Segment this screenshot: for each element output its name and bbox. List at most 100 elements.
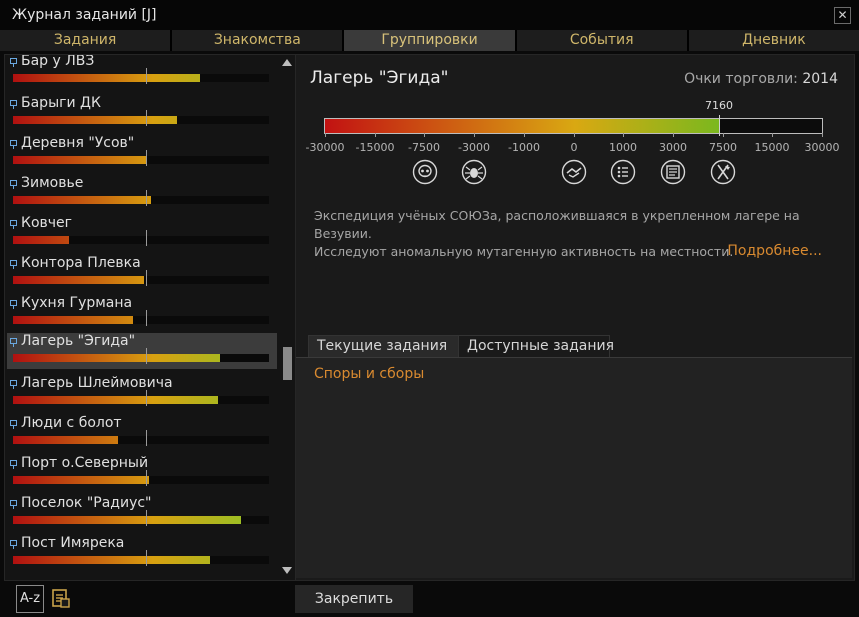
document-icon xyxy=(660,159,686,185)
scale-tick xyxy=(574,133,575,137)
faction-list-item[interactable]: Кухня Гурмана xyxy=(7,295,277,334)
scale-tick xyxy=(474,133,475,137)
faction-list-item[interactable]: Ковчег xyxy=(7,215,277,254)
sort-az-button[interactable]: A-z xyxy=(16,585,44,613)
task-list: Споры и сборы xyxy=(296,357,852,578)
faction-list-item[interactable]: Лагерь "Эгида" xyxy=(7,333,277,369)
tab-available-tasks[interactable]: Доступные задания xyxy=(458,335,614,358)
reputation-bar-fill xyxy=(325,119,719,133)
pin-icon xyxy=(10,100,17,109)
faction-reputation-bar xyxy=(13,430,269,446)
faction-name: Бар у ЛВЗ xyxy=(21,55,95,69)
scale-tick-label: -7500 xyxy=(408,141,440,154)
faction-list-item[interactable]: Пост Имярека xyxy=(7,535,277,574)
flag-icon xyxy=(710,159,736,185)
faction-neutral-mark xyxy=(146,550,147,566)
faction-list-item[interactable]: Порт о.Северный xyxy=(7,455,277,494)
faction-list-item[interactable]: Барыги ДК xyxy=(7,95,277,134)
document-list-button[interactable] xyxy=(49,586,73,610)
close-button[interactable]: ✕ xyxy=(834,7,851,24)
pin-icon xyxy=(10,260,17,269)
scale-tick xyxy=(524,133,525,137)
faction-reputation-fill xyxy=(13,316,133,324)
pin-icon xyxy=(10,460,17,469)
faction-neutral-mark xyxy=(146,190,147,206)
faction-neutral-mark xyxy=(146,348,147,364)
faction-neutral-mark xyxy=(146,68,147,84)
pin-icon xyxy=(10,420,17,429)
reputation-bar xyxy=(324,118,823,134)
faction-reputation-bar xyxy=(13,348,269,364)
faction-reputation-fill xyxy=(13,396,218,404)
faction-neutral-mark xyxy=(146,230,147,246)
faction-neutral-mark xyxy=(146,470,147,486)
scale-tick-label: -15000 xyxy=(355,141,395,154)
pin-icon xyxy=(10,140,17,149)
task-item[interactable]: Споры и сборы xyxy=(314,366,424,382)
pin-icon xyxy=(10,220,17,229)
scale-tick xyxy=(772,133,773,137)
faction-list-item[interactable]: Контора Плевка xyxy=(7,255,277,294)
faction-reputation-bar xyxy=(13,390,269,406)
faction-name: Контора Плевка xyxy=(21,255,141,271)
faction-neutral-mark xyxy=(146,390,147,406)
scale-tick xyxy=(623,133,624,137)
faction-list-item-partial[interactable] xyxy=(7,573,277,580)
faction-neutral-mark xyxy=(146,430,147,446)
document-icon xyxy=(52,589,70,608)
faction-list-item[interactable]: Зимовье xyxy=(7,175,277,214)
faction-reputation-bar xyxy=(13,510,269,526)
faction-reputation-fill xyxy=(13,516,241,524)
faction-list-item[interactable]: Деревня "Усов" xyxy=(7,135,277,174)
faction-name: Лагерь Шлеймовича xyxy=(21,375,173,391)
faction-name: Люди с болот xyxy=(21,415,122,431)
scale-tick-label: 3000 xyxy=(659,141,687,154)
tab-acquaintances[interactable]: Знакомства xyxy=(172,30,343,51)
faction-title: Лагерь "Эгида" xyxy=(310,68,449,88)
faction-neutral-mark xyxy=(146,150,147,166)
scale-tick xyxy=(424,133,425,137)
checklist-icon xyxy=(610,159,636,185)
faction-name: Лагерь "Эгида" xyxy=(21,333,136,349)
tab-current-tasks[interactable]: Текущие задания xyxy=(308,335,460,358)
tab-tasks[interactable]: Задания xyxy=(0,30,171,51)
scale-tick xyxy=(325,133,326,137)
faction-reputation-fill xyxy=(13,196,151,204)
pin-icon xyxy=(10,300,17,309)
faction-reputation-bar xyxy=(13,68,269,84)
tab-events[interactable]: События xyxy=(516,30,687,51)
scroll-thumb[interactable] xyxy=(283,347,292,380)
scale-tick-label: 0 xyxy=(570,141,578,154)
reputation-value-label: 7160 xyxy=(705,99,733,112)
faction-list-panel: Бар у ЛВЗ Барыги ДК Деревня "Усов" Зимовье К… xyxy=(4,54,296,581)
scale-tick-label: 30000 xyxy=(804,141,840,154)
faction-name: Барыги ДК xyxy=(21,95,101,111)
faction-list-item[interactable]: Бар у ЛВЗ xyxy=(7,55,277,92)
scale-tick xyxy=(673,133,674,137)
scroll-up-arrow-icon[interactable] xyxy=(282,59,292,66)
faction-list-item[interactable]: Люди с болот xyxy=(7,415,277,454)
faction-reputation-fill xyxy=(13,436,118,444)
tab-diary[interactable]: Дневник xyxy=(688,30,859,51)
pin-button[interactable]: Закрепить xyxy=(295,585,413,613)
scrollbar[interactable] xyxy=(279,55,295,580)
pin-icon xyxy=(10,180,17,189)
more-details-link[interactable]: Подробнее... xyxy=(727,243,822,259)
faction-reputation-fill xyxy=(13,276,144,284)
scale-tick-label: -30000 xyxy=(305,141,345,154)
faction-reputation-bar xyxy=(13,110,269,126)
faction-name: Ковчег xyxy=(21,215,72,231)
faction-name: Кухня Гурмана xyxy=(21,295,133,311)
tab-factions[interactable]: Группировки xyxy=(344,30,515,51)
faction-detail-panel: Лагерь "Эгида" Очки торговли: 2014 7160 … xyxy=(295,54,855,581)
faction-reputation-bar xyxy=(13,270,269,286)
faction-name: Пост Имярека xyxy=(21,535,125,551)
trade-points-value: 2014 xyxy=(802,71,838,87)
scale-tick-label: 7500 xyxy=(709,141,737,154)
faction-name: Поселок "Радиус" xyxy=(21,495,152,511)
scale-tick-label: -3000 xyxy=(458,141,490,154)
scroll-down-arrow-icon[interactable] xyxy=(282,567,292,574)
pin-icon xyxy=(10,338,17,347)
faction-list-item[interactable]: Лагерь Шлеймовича xyxy=(7,375,277,414)
faction-list-item[interactable]: Поселок "Радиус" xyxy=(7,495,277,534)
